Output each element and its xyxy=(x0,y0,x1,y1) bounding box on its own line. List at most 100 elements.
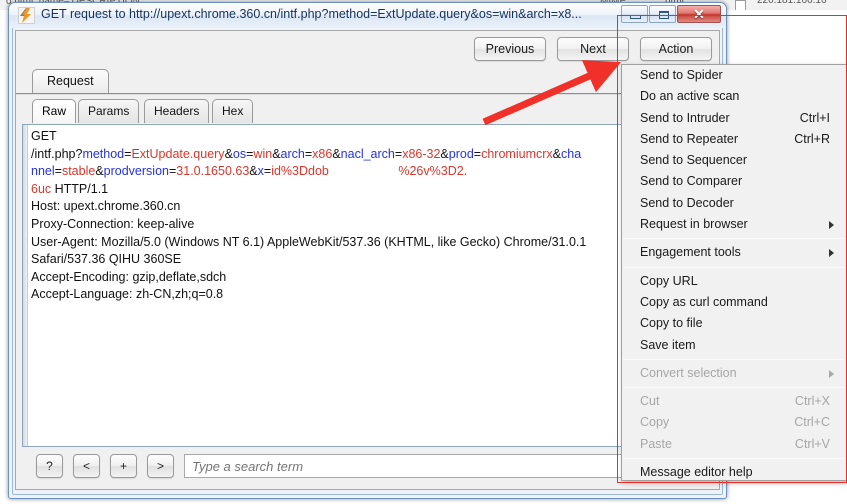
menu-item-shortcut: Ctrl+V xyxy=(794,436,830,451)
menu-item-convert-selection: Convert selection xyxy=(622,363,846,384)
request-line: /intf.php?method=ExtUpdate.query&os=win&… xyxy=(31,146,712,164)
menu-separator xyxy=(623,458,845,460)
request-token: nacl_arch xyxy=(340,146,395,161)
menu-item-label: Copy as curl command xyxy=(640,294,768,309)
menu-item-shortcut: Ctrl+I xyxy=(799,110,830,125)
window-controls: ✕ xyxy=(621,5,721,23)
search-next-button[interactable]: > xyxy=(147,454,174,478)
request-token: Host: upext.chrome.360.cn xyxy=(31,199,181,214)
burp-request-window: GET request to http://upext.chrome.360.c… xyxy=(8,2,727,499)
request-token: method xyxy=(82,146,125,161)
request-token: = xyxy=(473,146,482,161)
menu-item-save-item[interactable]: Save item xyxy=(622,335,846,356)
menu-item-send-to-comparer[interactable]: Send to Comparer xyxy=(622,171,846,192)
background-checkbox[interactable] xyxy=(735,0,746,10)
menu-separator xyxy=(623,387,845,389)
request-token: /intf.php? xyxy=(31,146,83,161)
tab-request[interactable]: Request xyxy=(32,69,109,94)
request-token: os xyxy=(232,146,247,161)
menu-item-label: Send to Spider xyxy=(640,68,723,82)
request-token: & xyxy=(224,146,233,161)
menu-separator xyxy=(623,238,845,240)
menu-item-send-to-spider[interactable]: Send to Spider xyxy=(622,65,846,86)
request-token: nnel xyxy=(31,164,55,179)
minimize-icon xyxy=(630,16,641,19)
menu-item-send-to-intruder[interactable]: Send to Intruder Ctrl+I xyxy=(622,108,846,129)
request-token: & xyxy=(552,146,561,161)
minimize-button[interactable] xyxy=(621,5,648,23)
request-line: Accept-Language: zh-CN,zh;q=0.8 xyxy=(31,286,712,304)
menu-item-label: Save item xyxy=(640,337,696,352)
submenu-arrow-icon xyxy=(829,221,834,230)
request-token: User-Agent: Mozilla/5.0 (Windows NT 6.1)… xyxy=(31,234,587,249)
title-bar[interactable]: GET request to http://upext.chrome.360.c… xyxy=(9,3,726,28)
maximize-icon xyxy=(659,11,669,19)
menu-item-copy-to-file[interactable]: Copy to file xyxy=(622,313,846,334)
menu-separator xyxy=(623,266,845,268)
search-prev-button[interactable]: < xyxy=(73,454,100,478)
tab-raw[interactable]: Raw xyxy=(32,99,77,123)
inner-tab-row: Raw Params Headers Hex xyxy=(16,97,719,123)
search-add-button[interactable]: + xyxy=(110,454,137,478)
tab-hex[interactable]: Hex xyxy=(212,99,254,123)
request-editor[interactable]: GET/intf.php?method=ExtUpdate.query&os=w… xyxy=(22,124,713,447)
request-token: & xyxy=(249,164,258,179)
menu-item-request-in-browser[interactable]: Request in browser xyxy=(622,214,846,235)
tab-params[interactable]: Params xyxy=(78,99,140,123)
request-token: stable xyxy=(61,164,96,179)
request-token: & xyxy=(440,146,449,161)
menu-item-label: Cut xyxy=(640,394,660,409)
menu-item-send-to-decoder[interactable]: Send to Decoder xyxy=(622,193,846,214)
request-token: GET xyxy=(31,129,57,143)
editor-gutter xyxy=(23,125,28,446)
menu-item-cut: Cut Ctrl+X xyxy=(622,391,846,412)
menu-item-label: Engagement tools xyxy=(640,245,741,260)
menu-item-do-an-active-scan[interactable]: Do an active scan xyxy=(622,86,846,107)
request-token: prodversion xyxy=(103,164,169,179)
next-button[interactable]: Next xyxy=(557,37,629,61)
menu-item-label: Send to Intruder xyxy=(640,110,730,125)
menu-item-label: Copy to file xyxy=(640,316,703,331)
menu-item-copy: Copy Ctrl+C xyxy=(622,412,846,433)
window-content: Previous Next Action Request Raw Params … xyxy=(15,30,720,490)
menu-item-send-to-sequencer[interactable]: Send to Sequencer xyxy=(622,150,846,171)
tab-headers[interactable]: Headers xyxy=(144,99,210,123)
request-token: 31.0.1650.63 xyxy=(176,164,250,179)
menu-item-shortcut: Ctrl+X xyxy=(794,394,830,409)
menu-item-label: Copy xyxy=(640,415,670,430)
request-raw-text[interactable]: GET/intf.php?method=ExtUpdate.query&os=w… xyxy=(31,128,712,446)
request-token: chromiumcrx xyxy=(481,146,553,161)
menu-item-send-to-repeater[interactable]: Send to Repeater Ctrl+R xyxy=(622,129,846,150)
menu-item-label: Send to Comparer xyxy=(640,174,743,189)
menu-item-label: Send to Decoder xyxy=(640,195,734,210)
previous-button[interactable]: Previous xyxy=(474,37,546,61)
request-token: id%3Ddob xyxy=(271,164,329,179)
menu-item-message-editor-help[interactable]: Message editor help xyxy=(622,462,846,480)
action-context-menu[interactable]: Send to Spider Do an active scan Send to I… xyxy=(621,64,847,481)
maximize-button[interactable] xyxy=(649,5,676,23)
request-token: Accept-Encoding: gzip,deflate,sdch xyxy=(31,269,227,284)
close-button[interactable]: ✕ xyxy=(677,5,721,23)
request-token: cha xyxy=(561,146,582,161)
action-button[interactable]: Action xyxy=(640,37,712,61)
request-token: prod xyxy=(448,146,474,161)
window-title: GET request to http://upext.chrome.360.c… xyxy=(41,7,582,21)
request-token: = xyxy=(54,164,62,179)
screenshot-root: o.html: name='DESCRIPTION'... MIME html … xyxy=(0,0,847,504)
menu-item-paste: Paste Ctrl+V xyxy=(622,434,846,455)
menu-item-label: Paste xyxy=(640,436,672,451)
request-token: HTTP/1.1 xyxy=(51,181,109,196)
request-token: Proxy-Connection: keep-alive xyxy=(31,216,195,231)
request-token: & xyxy=(332,146,341,161)
menu-item-copy-url[interactable]: Copy URL xyxy=(622,271,846,292)
menu-item-label: Do an active scan xyxy=(640,89,740,104)
request-token: Safari/537.36 QIHU 360SE xyxy=(31,252,182,267)
menu-item-copy-as-curl-command[interactable]: Copy as curl command xyxy=(622,292,846,313)
search-help-button[interactable]: ? xyxy=(36,454,63,478)
request-token: Accept-Language: zh-CN,zh;q=0.8 xyxy=(31,287,224,302)
request-token: 6uc xyxy=(31,181,52,196)
menu-item-engagement-tools[interactable]: Engagement tools xyxy=(622,242,846,263)
close-icon: ✕ xyxy=(693,6,705,22)
search-bar: ? < + > xyxy=(22,450,713,483)
menu-item-label: Copy URL xyxy=(640,273,698,288)
